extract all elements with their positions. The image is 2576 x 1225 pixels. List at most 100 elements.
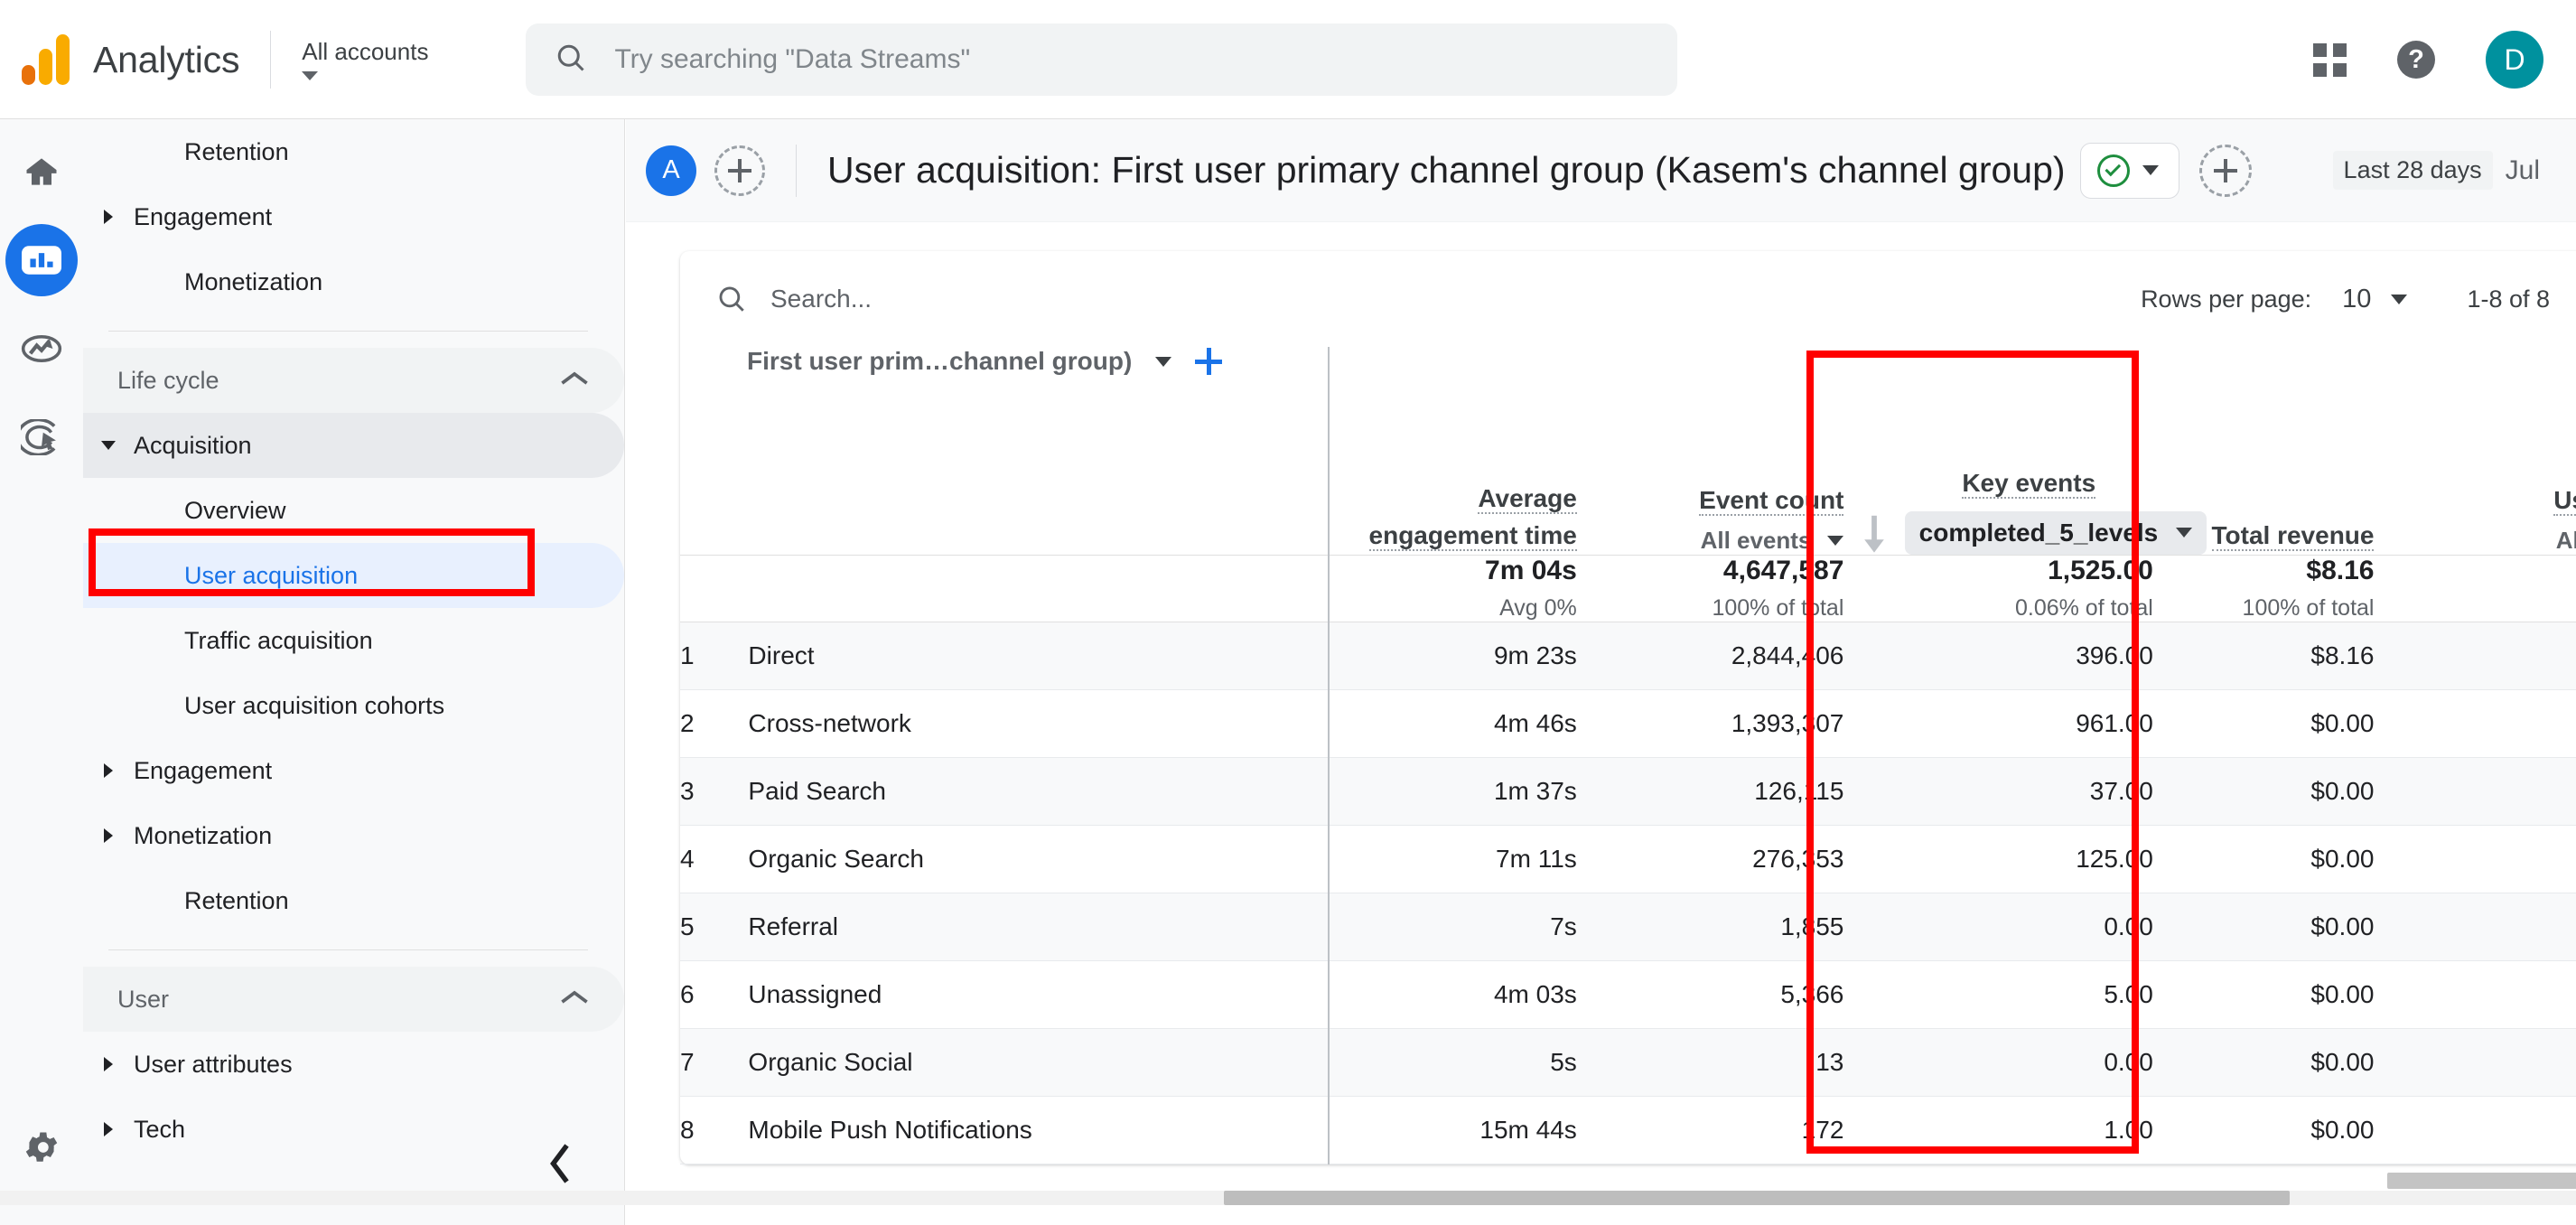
add-dimension-icon[interactable] [1195,348,1223,375]
sidebar-section-label: User [117,985,170,1013]
cell-users [2374,893,2576,961]
sidebar-item-monetization[interactable]: Monetization [83,803,624,868]
account-selector[interactable]: All accounts [302,31,428,89]
cell-sort-spacer [1843,1028,1905,1097]
sidebar-item-label: Retention [184,137,289,165]
avatar[interactable]: D [2486,31,2543,89]
home-icon [26,158,57,185]
sidebar-item-life-cycle[interactable]: Life cycle [83,348,624,413]
table-row[interactable]: 1 Direct 9m 23s 2,844,406 396.00 $8.16 [680,622,2576,690]
sort-indicator-cell [1843,347,1905,556]
help-icon[interactable]: ? [2397,41,2435,79]
sidebar-item-traffic-acquisition[interactable]: Traffic acquisition [83,608,624,673]
cell-event-count: 126,115 [1576,757,1844,826]
row-index: 4 [680,825,749,893]
chevron-down-icon [1155,356,1172,367]
row-index: 2 [680,689,749,758]
key-event-selector[interactable]: completed_5_levels [1904,510,2207,555]
cell-event-count: 1,393,307 [1576,689,1844,758]
table-row[interactable]: 4 Organic Search 7m 11s 276,353 125.00 $0.00 [680,825,2576,893]
chevron-left-icon [550,1144,569,1183]
cell-total-revenue: $0.00 [2152,1096,2375,1164]
row-index: 8 [680,1096,749,1164]
sidebar-item-user-acquisition[interactable]: User acquisition [83,543,624,608]
metric-header-avg-engagement-time[interactable]: Average engagement time [1328,347,1577,556]
sidebar-item-acquisition[interactable]: Acquisition [83,413,624,478]
totals-avg-engagement-time: 7m 04s Avg 0% [1328,555,1577,622]
sidebar-item-user-attributes[interactable]: User attributes [83,1032,624,1097]
sidebar-item-retention[interactable]: Retention [83,119,624,184]
cell-avg-engagement-time: 5s [1328,1028,1577,1097]
totals-value: 1,525.00 [2048,555,2153,585]
table-toolbar: Search... Rows per page: 10 1-8 of 8 [680,251,2576,347]
gear-icon [25,1132,58,1162]
row-dimension: Organic Search [748,825,1330,893]
rail-item-explore[interactable] [5,313,78,385]
totals-subtext: 0.06% of total [2014,594,2153,621]
sidebar-item-user[interactable]: User [83,967,624,1032]
table-row[interactable]: 3 Paid Search 1m 37s 126,115 37.00 $0.00 [680,757,2576,826]
sidebar-item-engagement[interactable]: Engagement [83,738,624,803]
totals-key-events: 1,525.00 0.06% of total [1904,555,2153,622]
sidebar-item-engagement[interactable]: Engagement [83,184,624,249]
chevron-down-icon [302,71,319,81]
cell-users [2374,689,2576,758]
sidebar-item-label: Monetization [184,267,323,295]
cell-key-events: 5.00 [1904,960,2153,1029]
dimension-picker-label: First user prim…channel group) [747,347,1133,375]
report-header: A User acquisition: First user primary c… [626,119,2576,222]
table-head: First user prim…channel group) Average e… [680,347,2576,622]
row-dimension: Direct [748,622,1330,690]
row-index: 3 [680,757,749,826]
table-search-input[interactable]: Search... [716,284,872,314]
explore-trend-icon [21,334,62,363]
add-icon[interactable] [2198,144,2252,197]
rail-item-reports[interactable] [5,224,78,296]
grid-apps-icon[interactable] [2313,42,2347,77]
cell-total-revenue: $0.00 [2152,757,2375,826]
data-table-card: Search... Rows per page: 10 1-8 of 8 Fir… [680,251,2576,1164]
table-row[interactable]: 7 Organic Social 5s 13 0.00 $0.00 [680,1028,2576,1097]
row-index: 5 [680,893,749,961]
row-index: 1 [680,622,749,690]
sidebar-item-label: Monetization [134,821,273,849]
page-scrollbar-thumb[interactable] [1224,1191,2290,1205]
sidebar-item-monetization[interactable]: Monetization [83,249,624,314]
chevron-up-icon [559,369,590,393]
date-range-chip[interactable]: Last 28 days [2332,151,2493,190]
add-comparison-icon[interactable] [714,145,765,196]
rail-item-home[interactable] [5,136,78,208]
cell-event-count: 276,353 [1576,825,1844,893]
secondary-sidebar-nav: Retention Engagement Monetization Life cycl… [83,119,625,1225]
event-count-selector[interactable]: All events [1577,527,1844,555]
sidebar-item-retention[interactable]: Retention [83,868,624,933]
dimension-header-cell: First user prim…channel group) [680,347,1330,556]
dimension-picker[interactable]: First user prim…channel group) [680,347,1328,376]
sidebar-collapse-button[interactable] [535,1138,585,1189]
sidebar-item-overview[interactable]: Overview [83,478,624,543]
row-index: 7 [680,1028,749,1097]
table-row[interactable]: 8 Mobile Push Notifications 15m 44s 172 1.00… [680,1096,2576,1164]
table-row[interactable]: 5 Referral 7s 1,855 0.00 $0.00 [680,893,2576,961]
table-row[interactable]: 2 Cross-network 4m 46s 1,393,307 961.00 $0.00 [680,689,2576,758]
metric-header-label: Us [2553,485,2576,516]
rail-item-advertising[interactable] [5,401,78,473]
rail-item-admin[interactable] [5,1111,78,1183]
analytics-logo-icon [22,34,73,85]
metric-header-event-count[interactable]: Event count All events [1576,347,1844,556]
cell-key-events: 125.00 [1904,825,2153,893]
row-dimension: Organic Social [748,1028,1330,1097]
verified-status-chip[interactable] [2079,142,2179,199]
global-search-input[interactable]: Try searching "Data Streams" [526,23,1678,96]
row-index: 6 [680,960,749,1029]
pagination-controls: Rows per page: 10 1-8 of 8 [2141,285,2550,314]
rows-per-page-select[interactable]: 10 [2342,285,2408,314]
cell-event-count: 172 [1576,1096,1844,1164]
sidebar-item-user-acquisition-cohorts[interactable]: User acquisition cohorts [83,673,624,738]
cell-sort-spacer [1843,689,1905,758]
table-row[interactable]: 6 Unassigned 4m 03s 5,366 5.00 $0.00 [680,960,2576,1029]
metric-header-key-events[interactable]: Key events completed_5_levels [1904,347,2207,556]
metric-header-users[interactable]: Us All [2374,347,2576,556]
table-search-placeholder: Search... [770,285,873,313]
comparison-badge[interactable]: A [646,145,696,196]
